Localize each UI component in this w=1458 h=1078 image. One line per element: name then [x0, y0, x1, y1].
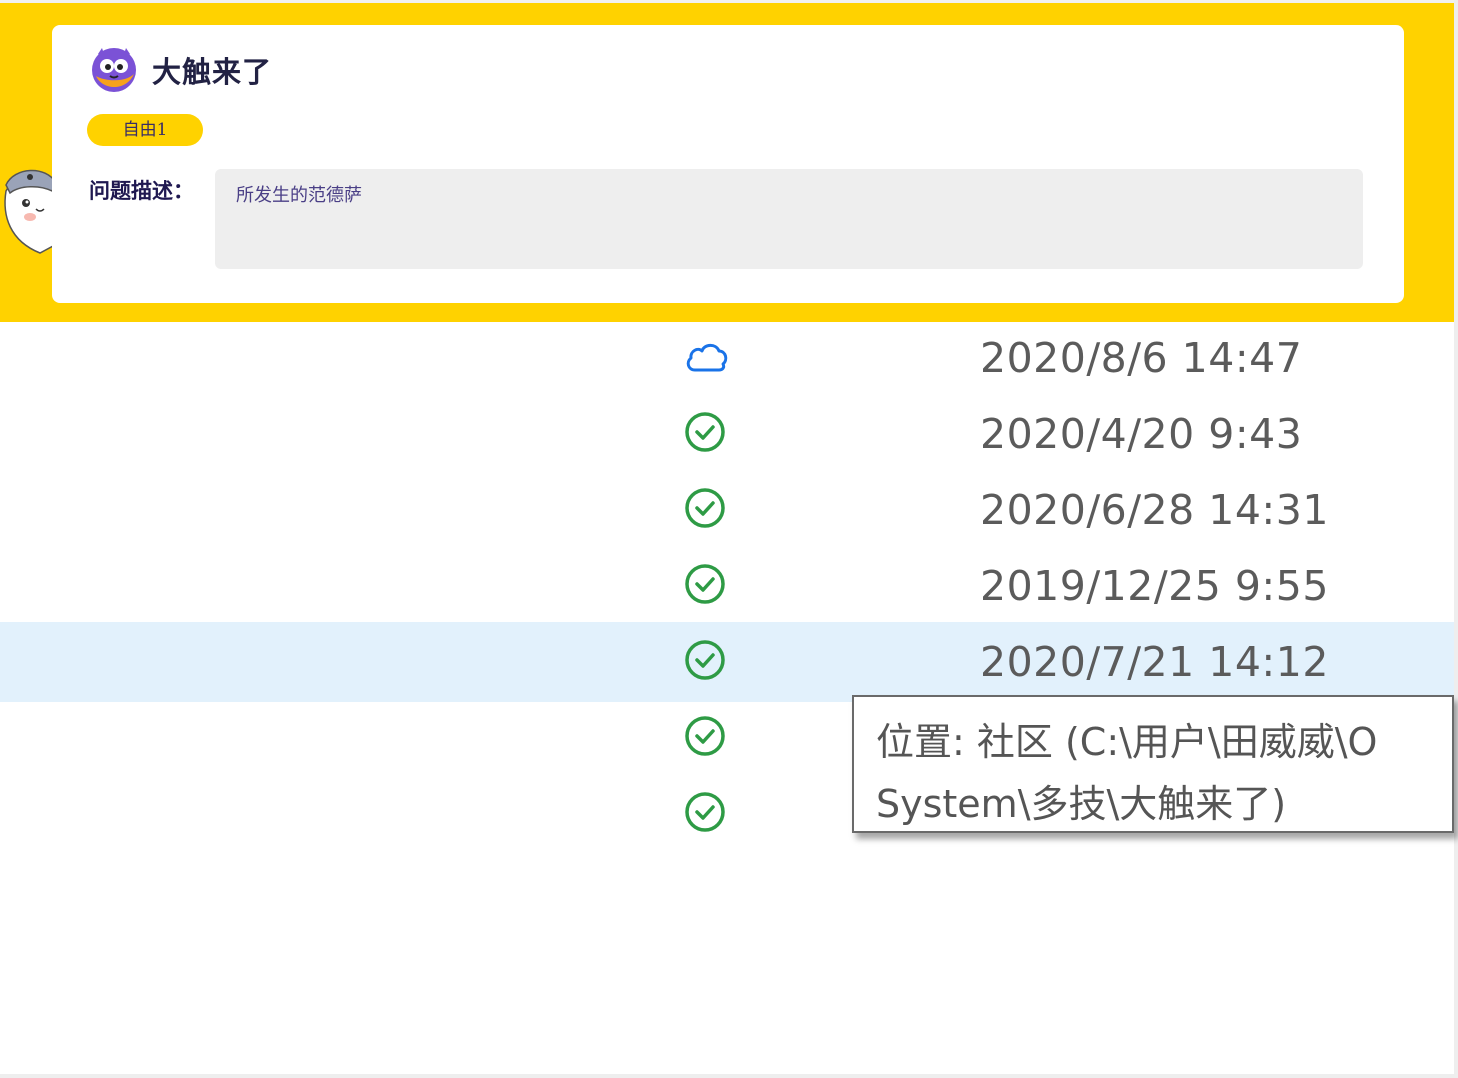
- file-row-selected[interactable]: 2020/7/21 14:12: [0, 622, 1454, 702]
- synced-check-icon: [685, 792, 725, 832]
- synced-check-icon: [685, 640, 725, 680]
- question-banner: 大触来了 自由1 问题描述： 所发生的范德萨: [0, 0, 1454, 322]
- synced-check-icon: [685, 412, 725, 452]
- location-tooltip: 位置: 社区 (C:\用户\田威威\O System\多技\大触来了): [852, 695, 1454, 833]
- synced-check-icon: [685, 716, 725, 756]
- question-card: 大触来了 自由1 问题描述： 所发生的范德萨: [52, 25, 1404, 303]
- description-label: 问题描述：: [89, 179, 194, 203]
- modified-date: 2020/7/21 14:12: [980, 638, 1329, 686]
- modified-date: 2020/8/6 14:47: [980, 334, 1303, 382]
- cloud-icon: [686, 343, 728, 372]
- modified-date: 2019/12/25 9:55: [980, 562, 1329, 610]
- file-row[interactable]: 2020/8/6 14:47: [0, 322, 1454, 398]
- tooltip-path-line: System\多技\大触来了): [876, 782, 1287, 826]
- description-textarea[interactable]: 所发生的范德萨: [215, 169, 1363, 269]
- file-row[interactable]: 2020/6/28 14:31: [0, 474, 1454, 550]
- description-text: 所发生的范德萨: [236, 185, 362, 206]
- app-name: 大触来了: [152, 55, 273, 89]
- category-tag[interactable]: 自由1: [87, 114, 203, 146]
- synced-check-icon: [685, 488, 725, 528]
- modified-date: 2020/4/20 9:43: [980, 410, 1303, 458]
- page-frame: 大触来了 自由1 问题描述： 所发生的范德萨 2020/8/6 14:47 20…: [0, 0, 1458, 1078]
- file-row[interactable]: 2019/12/25 9:55: [0, 550, 1454, 626]
- modified-date: 2020/6/28 14:31: [980, 486, 1329, 534]
- file-row[interactable]: 2020/4/20 9:43: [0, 398, 1454, 474]
- tooltip-location-line: 位置: 社区 (C:\用户\田威威\O: [876, 720, 1378, 764]
- app-logo-icon: [92, 48, 136, 92]
- synced-check-icon: [685, 564, 725, 604]
